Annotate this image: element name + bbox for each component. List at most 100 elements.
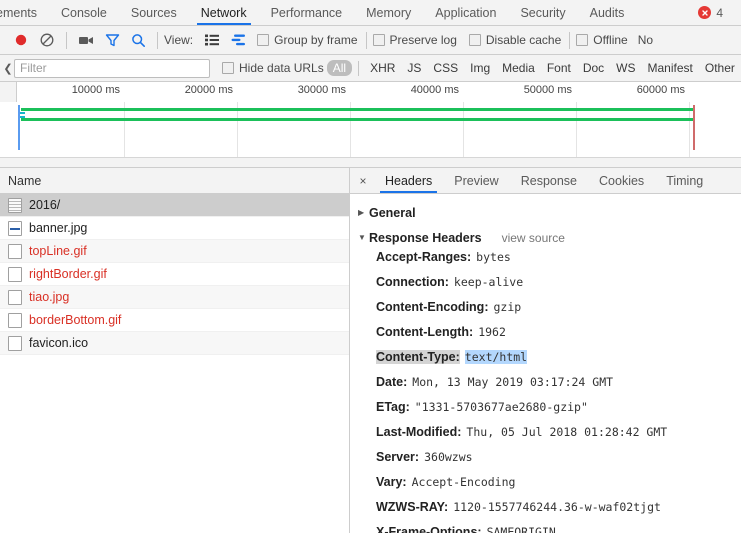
disable-cache-checkbox[interactable]: Disable cache bbox=[468, 33, 561, 47]
header-name: Server: bbox=[376, 450, 420, 464]
request-name: tiao.jpg bbox=[29, 290, 70, 304]
timeline-tick: 60000 ms bbox=[636, 84, 685, 96]
error-indicator-group[interactable]: 4 bbox=[698, 0, 741, 25]
header-name: Date: bbox=[376, 375, 408, 389]
view-source-link[interactable]: view source bbox=[502, 231, 565, 245]
filter-funnel-icon[interactable] bbox=[99, 27, 125, 53]
tab-response[interactable]: Response bbox=[510, 168, 588, 193]
devtools-tab-bar: ements Console Sources Network Performan… bbox=[0, 0, 741, 26]
filter-type-xhr[interactable]: XHR bbox=[365, 60, 400, 76]
header-row-selected[interactable]: Content-Type: text/html bbox=[358, 350, 741, 375]
header-row[interactable]: WZWS-RAY: 1120-1557746244.36-w-waf02tjgt bbox=[358, 500, 741, 525]
tab-console[interactable]: Console bbox=[49, 0, 119, 25]
header-name: Content-Encoding: bbox=[376, 300, 489, 314]
header-row[interactable]: Accept-Ranges: bytes bbox=[358, 250, 741, 275]
view-label: View: bbox=[164, 33, 194, 47]
header-row[interactable]: Server: 360wzws bbox=[358, 450, 741, 475]
table-row[interactable]: tiao.jpg bbox=[0, 286, 349, 309]
header-row[interactable]: Connection: keep-alive bbox=[358, 275, 741, 300]
image-icon bbox=[8, 220, 22, 236]
tab-application[interactable]: Application bbox=[423, 0, 508, 25]
checkbox-box bbox=[222, 62, 234, 74]
error-circle-icon bbox=[698, 6, 712, 19]
header-row[interactable]: Date: Mon, 13 May 2019 03:17:24 GMT bbox=[358, 375, 741, 400]
list-view-icon[interactable] bbox=[199, 27, 225, 53]
filter-type-all[interactable]: All bbox=[326, 60, 353, 76]
close-icon[interactable]: × bbox=[352, 168, 374, 193]
tab-security[interactable]: Security bbox=[508, 0, 577, 25]
filter-type-manifest[interactable]: Manifest bbox=[643, 60, 698, 76]
filter-type-media[interactable]: Media bbox=[497, 60, 540, 76]
header-name: Content-Type: bbox=[376, 350, 460, 364]
preserve-log-checkbox[interactable]: Preserve log bbox=[372, 33, 457, 47]
tab-performance[interactable]: Performance bbox=[259, 0, 355, 25]
header-row[interactable]: Last-Modified: Thu, 05 Jul 2018 01:28:42… bbox=[358, 425, 741, 450]
table-row[interactable]: rightBorder.gif bbox=[0, 263, 349, 286]
request-name: 2016/ bbox=[29, 198, 61, 212]
record-icon[interactable] bbox=[8, 27, 34, 53]
table-row[interactable]: topLine.gif bbox=[0, 240, 349, 263]
network-filter-bar: ❮ Hide data URLs All XHR JS CSS Img Medi… bbox=[0, 55, 741, 82]
waterfall-view-icon[interactable] bbox=[225, 27, 251, 53]
filter-type-other[interactable]: Other bbox=[700, 60, 740, 76]
header-row[interactable]: Content-Length: 1962 bbox=[358, 325, 741, 350]
toolbar-divider bbox=[365, 31, 367, 49]
header-row[interactable]: X-Frame-Options: SAMEORIGIN bbox=[358, 525, 741, 533]
overview-scrollbar[interactable] bbox=[0, 157, 741, 167]
tab-memory[interactable]: Memory bbox=[354, 0, 423, 25]
search-icon[interactable] bbox=[125, 27, 151, 53]
header-row[interactable]: Vary: Accept-Encoding bbox=[358, 475, 741, 500]
search-input[interactable] bbox=[14, 58, 210, 78]
request-name: banner.jpg bbox=[29, 221, 88, 235]
network-overview-timeline[interactable]: 10000 ms 20000 ms 30000 ms 40000 ms 5000… bbox=[0, 82, 741, 168]
filter-type-js[interactable]: JS bbox=[402, 60, 426, 76]
hide-data-urls-label: Hide data URLs bbox=[239, 61, 324, 75]
tab-timing[interactable]: Timing bbox=[655, 168, 714, 193]
timeline-tick: 30000 ms bbox=[297, 84, 346, 96]
group-by-frame-checkbox[interactable]: Group by frame bbox=[257, 33, 358, 47]
hide-data-urls-checkbox[interactable]: Hide data URLs bbox=[222, 61, 324, 75]
request-details-panel: × Headers Preview Response Cookies Timin… bbox=[350, 168, 741, 533]
tab-label: Memory bbox=[366, 5, 412, 20]
throttling-label[interactable]: No bbox=[638, 33, 653, 47]
table-row[interactable]: banner.jpg bbox=[0, 217, 349, 240]
details-tab-bar: × Headers Preview Response Cookies Timin… bbox=[350, 168, 741, 194]
checkbox-box bbox=[576, 34, 589, 46]
filter-type-css[interactable]: CSS bbox=[428, 60, 463, 76]
tab-label: Audits bbox=[589, 5, 625, 20]
tab-headers[interactable]: Headers bbox=[374, 168, 443, 193]
clear-icon[interactable] bbox=[34, 27, 60, 53]
header-value: text/html bbox=[464, 350, 528, 364]
tab-network[interactable]: Network bbox=[189, 0, 259, 25]
header-value: SAMEORIGIN bbox=[486, 525, 556, 533]
tab-elements[interactable]: ements bbox=[0, 0, 49, 25]
header-value: Thu, 05 Jul 2018 01:28:42 GMT bbox=[466, 425, 668, 439]
table-row[interactable]: 2016/ bbox=[0, 194, 349, 217]
section-general[interactable]: ▶ General bbox=[358, 200, 741, 225]
tab-preview[interactable]: Preview bbox=[443, 168, 509, 193]
table-row[interactable]: borderBottom.gif bbox=[0, 309, 349, 332]
network-toolbar: View: Group by frame Preserve log Disabl… bbox=[0, 26, 741, 55]
camera-icon[interactable] bbox=[73, 27, 99, 53]
filter-type-ws[interactable]: WS bbox=[611, 60, 640, 76]
section-response-headers[interactable]: ▼ Response Headers view source bbox=[358, 225, 741, 250]
header-row[interactable]: ETag: "1331-5703677ae2680-gzip" bbox=[358, 400, 741, 425]
header-row[interactable]: Content-Encoding: gzip bbox=[358, 300, 741, 325]
tab-label: ements bbox=[0, 5, 37, 20]
header-value: "1331-5703677ae2680-gzip" bbox=[414, 400, 588, 414]
offline-checkbox[interactable]: Offline bbox=[576, 33, 628, 47]
filter-type-font[interactable]: Font bbox=[542, 60, 576, 76]
timeline-tick: 40000 ms bbox=[410, 84, 459, 96]
collapse-chevron-icon[interactable]: ❮ bbox=[2, 62, 14, 75]
tab-audits[interactable]: Audits bbox=[578, 0, 637, 25]
tab-label: Console bbox=[61, 5, 107, 20]
filter-type-doc[interactable]: Doc bbox=[578, 60, 609, 76]
tab-sources[interactable]: Sources bbox=[119, 0, 189, 25]
filter-type-img[interactable]: Img bbox=[465, 60, 495, 76]
overview-ruler: 10000 ms 20000 ms 30000 ms 40000 ms 5000… bbox=[0, 82, 741, 102]
tab-cookies[interactable]: Cookies bbox=[588, 168, 655, 193]
devtools-window: ements Console Sources Network Performan… bbox=[0, 0, 741, 533]
table-row[interactable]: favicon.ico bbox=[0, 332, 349, 355]
requests-column-header[interactable]: Name bbox=[0, 168, 349, 194]
header-name: Connection: bbox=[376, 275, 449, 289]
